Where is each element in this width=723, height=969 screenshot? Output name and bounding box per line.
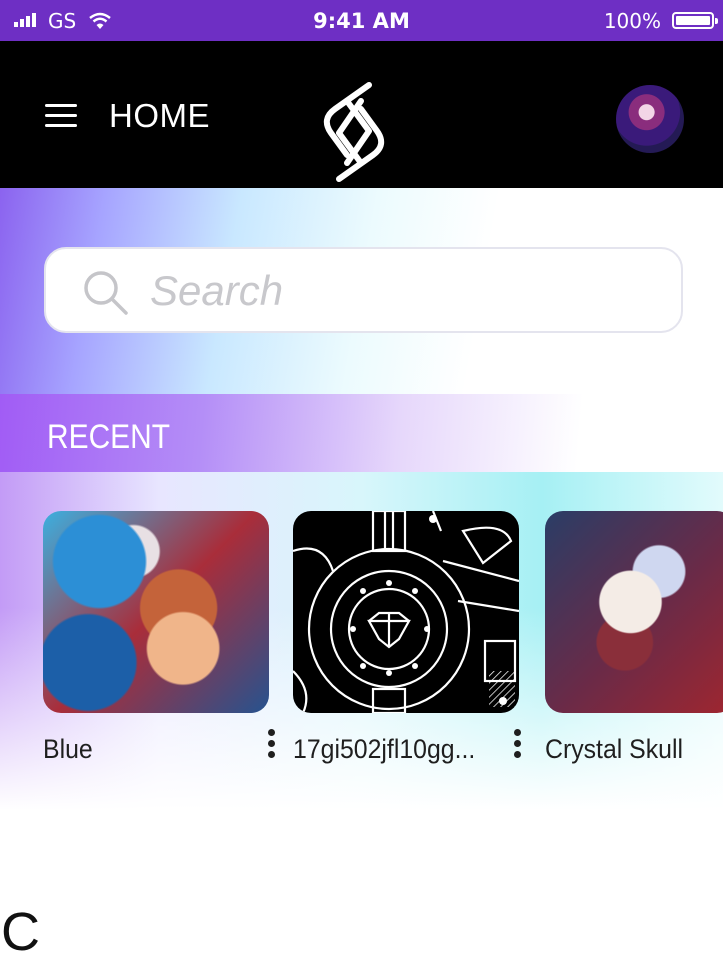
more-options-icon[interactable] <box>266 729 276 763</box>
battery-percent: 100% <box>603 9 661 33</box>
search-icon <box>84 271 128 315</box>
app-logo-icon[interactable] <box>317 79 391 185</box>
geometric-diamond-art <box>293 511 519 713</box>
battery-icon <box>672 12 718 29</box>
top-nav-bar: HOME <box>0 41 723 188</box>
recent-card-title[interactable]: 17gi502jfl10gg... <box>293 734 475 765</box>
recent-card-title[interactable]: Crystal Skull <box>545 734 683 765</box>
recent-card-thumbnail[interactable] <box>43 511 269 713</box>
recent-heading: RECENT <box>47 418 171 456</box>
user-avatar[interactable] <box>616 85 684 153</box>
partial-section-heading: C <box>1 902 40 962</box>
recent-card-thumbnail[interactable] <box>545 511 723 713</box>
search-input[interactable]: Search <box>44 247 683 333</box>
recent-card-thumbnail[interactable] <box>293 511 519 713</box>
more-options-icon[interactable] <box>512 729 522 763</box>
hamburger-menu-icon[interactable] <box>45 104 77 128</box>
page-title: HOME <box>109 97 210 134</box>
recent-card-title[interactable]: Blue <box>43 734 93 765</box>
status-bar: GS 9:41 AM 100% <box>0 0 723 41</box>
search-placeholder: Search <box>150 267 284 314</box>
